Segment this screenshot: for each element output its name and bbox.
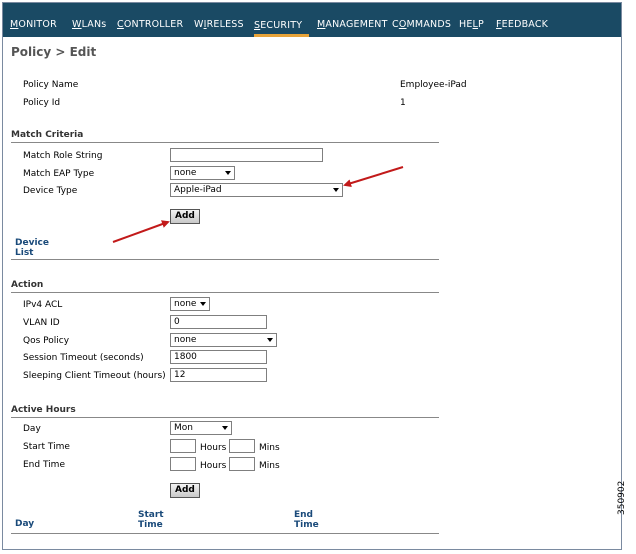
arrow-to-add-button — [112, 220, 170, 243]
annotation-arrows — [112, 166, 404, 243]
arrow-to-device-type — [343, 166, 404, 188]
figure-number: 350902 — [617, 480, 627, 515]
